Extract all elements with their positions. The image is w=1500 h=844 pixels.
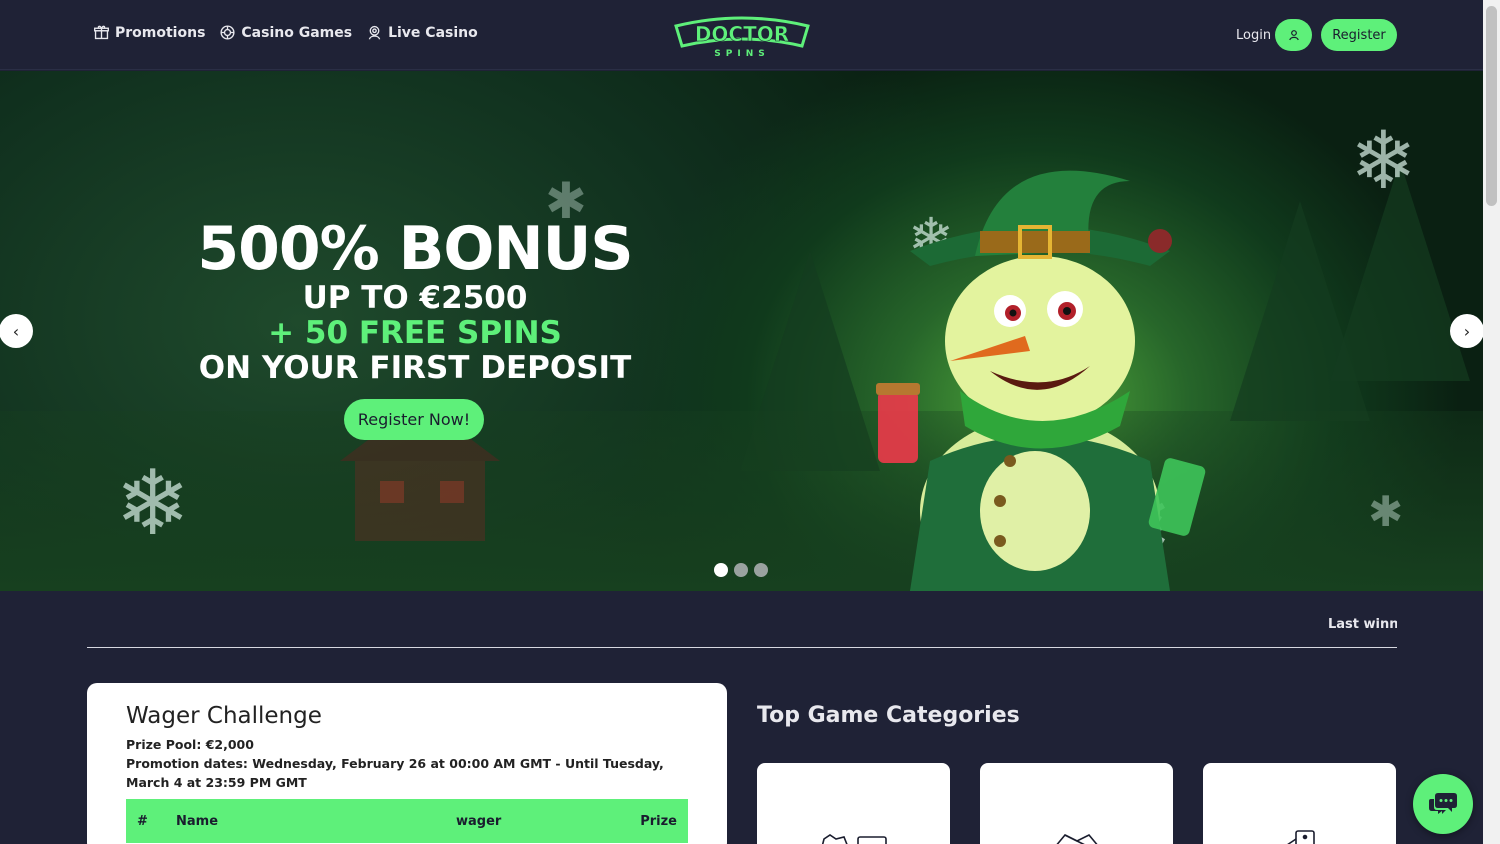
doctor-spins-logo[interactable]: DOCTOR SPINS [672, 12, 812, 60]
login-link[interactable]: Login [1236, 28, 1271, 43]
section-divider [87, 647, 1397, 648]
carousel-dots [714, 563, 768, 577]
register-button[interactable]: Register [1321, 19, 1397, 51]
wager-dates: Promotion dates: Wednesday, February 26 … [126, 756, 664, 790]
wager-meta: Prize Pool: €2,000 Promotion dates: Wedn… [126, 735, 686, 792]
slot-machine-icon [821, 834, 887, 844]
chat-bubble-icon [1429, 793, 1457, 814]
chevron-left-icon: ‹ [12, 321, 20, 341]
table-games-icon [1055, 834, 1098, 844]
top-game-categories-title: Top Game Categories [757, 703, 1020, 728]
hero-line-2: + 50 FREE SPINS [268, 315, 562, 351]
category-card-table-games[interactable] [980, 763, 1173, 844]
logo-text-bottom: SPINS [714, 49, 769, 59]
scrollbar-thumb[interactable] [1486, 6, 1497, 206]
cards-icon [1286, 830, 1315, 844]
carousel-dot[interactable] [734, 563, 748, 577]
live-dealer-icon [368, 25, 381, 40]
register-now-button[interactable]: Register Now! [344, 399, 484, 440]
gift-icon [94, 25, 109, 40]
column-header-rank: # [137, 813, 148, 829]
main-nav: Promotions Casino Games Live Casino [93, 24, 478, 41]
snowflake-icon: ✱ [1368, 487, 1404, 536]
snowman-illustration [876, 170, 1206, 591]
page-scrollbar[interactable] [1483, 0, 1500, 844]
live-chat-button[interactable] [1413, 774, 1473, 834]
user-icon [1288, 30, 1299, 41]
column-header-name: Name [176, 813, 219, 829]
snowflake-icon: ❄ [115, 451, 191, 556]
carousel-prev-button[interactable]: ‹ [0, 314, 33, 348]
wager-title: Wager Challenge [126, 703, 322, 729]
hero-line-1: UP TO €2500 [302, 280, 528, 316]
nav-casino-games-label: Casino Games [241, 24, 353, 41]
category-card-slots[interactable] [757, 763, 950, 844]
hero-banner[interactable]: ❄ ❄ ❄ ❄ ✱ ✱ 500% BONUS UP TO €2500 + 50 … [0, 71, 1483, 591]
wager-table-header: # Name wager Prize [126, 799, 688, 843]
hero-headline: 500% BONUS [197, 214, 633, 284]
carousel-dot[interactable] [714, 563, 728, 577]
column-header-prize: Prize [640, 813, 677, 829]
carousel-next-button[interactable]: › [1450, 314, 1483, 348]
snowflake-icon: ❄ [1350, 114, 1418, 207]
wager-challenge-card: Wager Challenge Prize Pool: €2,000 Promo… [87, 683, 727, 844]
wager-prize-pool: Prize Pool: €2,000 [126, 737, 254, 752]
chevron-right-icon: › [1463, 321, 1471, 341]
login-group: Login [1236, 19, 1313, 51]
hero-promo-text: 500% BONUS UP TO €2500 + 50 FREE SPINS O… [140, 219, 690, 384]
logo-text-top: DOCTOR [695, 22, 789, 46]
nav-promotions[interactable]: Promotions [93, 24, 205, 41]
category-card-cards[interactable] [1203, 763, 1396, 844]
nav-casino-games[interactable]: Casino Games [219, 24, 352, 41]
nav-promotions-label: Promotions [115, 24, 206, 41]
nav-live-casino-label: Live Casino [388, 24, 478, 41]
last-winners-ticker: Last winners [1328, 617, 1397, 632]
login-button[interactable] [1275, 19, 1313, 51]
site-header: Promotions Casino Games Live Casino DOCT… [0, 0, 1483, 70]
carousel-dot[interactable] [754, 563, 768, 577]
casino-chip-icon [220, 25, 235, 40]
hero-line-3: ON YOUR FIRST DEPOSIT [198, 350, 632, 386]
nav-live-casino[interactable]: Live Casino [366, 24, 478, 41]
column-header-wager: wager [456, 813, 502, 829]
